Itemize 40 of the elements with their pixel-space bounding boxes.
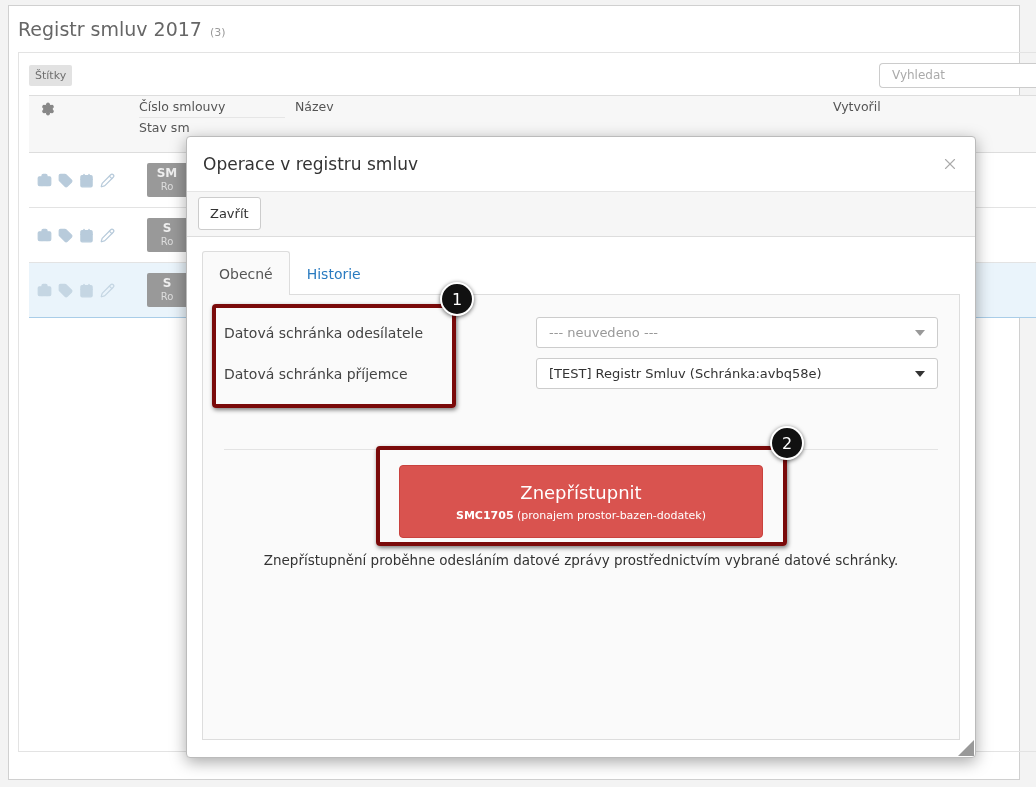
close-text-button[interactable]: Zavřít [198,197,261,230]
callout-number: 2 [770,426,804,460]
callout-number: 1 [440,282,474,316]
pencil-icon[interactable] [100,227,115,243]
briefcase-icon[interactable] [37,172,52,188]
pencil-icon[interactable] [100,282,115,298]
contract-number: S [162,277,172,291]
column-header[interactable]: Stav sm [139,120,190,135]
tag-icon[interactable] [58,172,73,188]
tag-icon[interactable] [58,282,73,298]
contract-type: Ro [160,180,174,193]
select-field[interactable]: [TEST] Registr Smluv (Schránka:avbq58e) [536,358,938,389]
resize-grip-icon[interactable] [958,740,974,756]
tab[interactable]: Obecné [202,251,290,295]
caret-icon [915,370,925,377]
revoke-button[interactable]: Znepřístupnit SMC1705 (pronajem prostor-bazen-dodatek) [399,465,763,538]
page-title: Registr smluv 2017 [18,18,202,40]
column-header[interactable]: Název [295,99,334,114]
calendar-icon[interactable] [79,227,94,243]
caret-icon [915,329,925,336]
info-text: Znepřístupnění proběhne odesláním datové zprávy prostřednictvím vybrané datové schránky. [262,552,900,568]
field-label: Datová schránka příjemce [224,365,409,382]
tag-icon[interactable] [58,227,73,243]
briefcase-icon[interactable] [37,227,52,243]
contract-type: Ro [160,235,174,248]
tab[interactable]: Historie [289,251,378,295]
record-count: (3) [209,26,226,39]
contract-number: S [162,222,172,236]
calendar-icon[interactable] [79,172,94,188]
contract-type: Ro [160,290,174,303]
pencil-icon[interactable] [100,172,115,188]
briefcase-icon[interactable] [37,282,52,298]
field-label: Datová schránka odesílatele [224,324,424,341]
column-header[interactable]: Vytvořil [833,99,881,114]
calendar-icon[interactable] [79,282,94,298]
dialog-title: Operace v registru smluv [203,154,418,174]
settings-icon[interactable] [41,102,55,116]
contract-number: SM [156,167,178,181]
column-header[interactable]: Číslo smlouvy [139,99,226,114]
search-field[interactable]: Vyhledat [879,62,1036,88]
